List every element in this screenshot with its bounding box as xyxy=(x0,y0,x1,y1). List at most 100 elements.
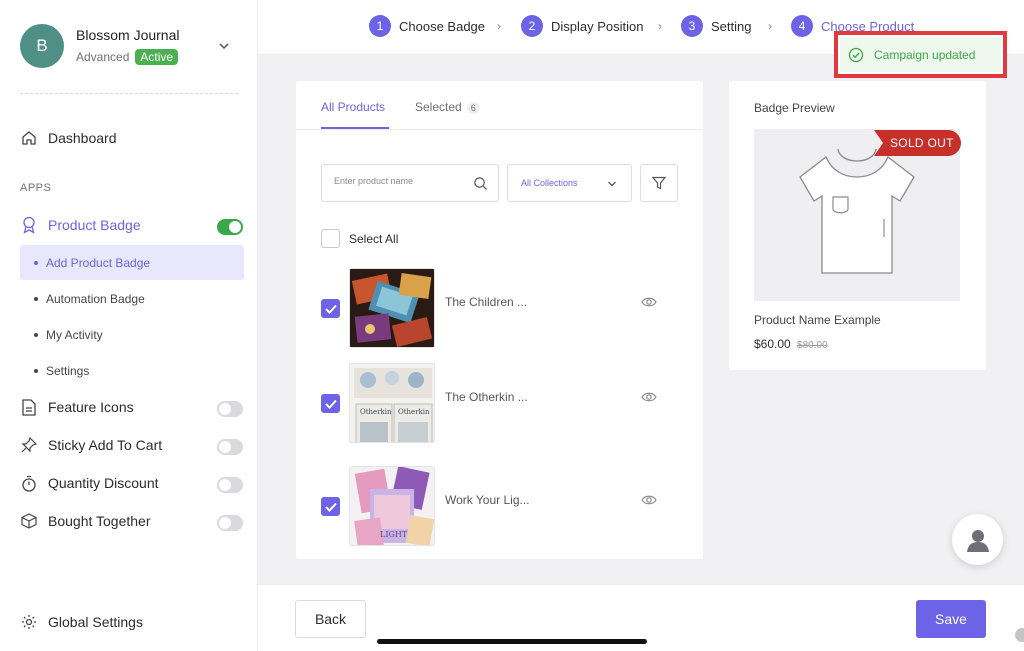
sidebar-item-global-settings[interactable]: Global Settings xyxy=(20,613,143,631)
sidebar-item-label: Dashboard xyxy=(48,130,117,146)
check-circle-icon xyxy=(848,47,864,62)
home-indicator xyxy=(377,639,647,644)
sidebar-item-product-badge[interactable]: Product Badge xyxy=(20,216,141,234)
store-switcher[interactable]: B Blossom Journal Advanced Active xyxy=(20,24,180,68)
home-icon xyxy=(20,129,38,147)
sold-out-badge: SOLD OUT xyxy=(874,130,961,156)
collection-select[interactable]: All Collections xyxy=(507,164,632,202)
bought-together-toggle[interactable] xyxy=(217,515,243,531)
sidebar-item-label: Sticky Add To Cart xyxy=(48,437,163,453)
select-all[interactable]: Select All xyxy=(321,229,398,248)
product-row[interactable]: LIGHT Work Your Lig... xyxy=(321,466,678,548)
timer-icon xyxy=(20,474,38,492)
chevron-right-icon: › xyxy=(497,19,501,33)
sidebar-subitem-add-product-badge[interactable]: Add Product Badge xyxy=(20,245,244,280)
sidebar-item-label: Feature Icons xyxy=(48,399,134,415)
product-checkbox[interactable] xyxy=(321,497,340,516)
price: $60.00 xyxy=(754,337,791,351)
sidebar-subitem-label: My Activity xyxy=(46,327,103,342)
gear-icon xyxy=(20,613,38,631)
product-tabs: All Products Selected 6 xyxy=(296,81,703,130)
eye-icon[interactable] xyxy=(641,494,657,506)
svg-text:Otherkin: Otherkin xyxy=(398,408,430,416)
select-all-checkbox[interactable] xyxy=(321,229,340,248)
step-label: Display Position xyxy=(551,18,644,34)
document-icon xyxy=(20,398,38,416)
sidebar-item-label: Global Settings xyxy=(48,614,143,630)
product-checkbox[interactable] xyxy=(321,394,340,413)
badge-text: SOLD OUT xyxy=(890,136,954,150)
chevron-right-icon: › xyxy=(658,19,662,33)
tab-all-products[interactable]: All Products xyxy=(321,100,385,114)
step-number: 2 xyxy=(521,15,543,37)
step-display-position[interactable]: 2 Display Position xyxy=(521,15,644,37)
sidebar-subitem-my-activity[interactable]: My Activity xyxy=(20,317,244,352)
active-tab-indicator xyxy=(321,127,389,129)
tab-selected[interactable]: Selected 6 xyxy=(415,100,480,114)
step-setting[interactable]: 3 Setting xyxy=(681,15,751,37)
chevron-down-icon[interactable] xyxy=(218,40,230,52)
search-icon[interactable] xyxy=(473,176,488,191)
pin-icon xyxy=(20,436,38,454)
quantity-discount-toggle[interactable] xyxy=(217,477,243,493)
support-chat-button[interactable] xyxy=(952,514,1003,565)
preview-product-name: Product Name Example xyxy=(754,313,881,327)
preview-price: $60.00 $80.00 xyxy=(754,337,828,351)
step-label: Choose Badge xyxy=(399,18,486,34)
sidebar-item-label: Quantity Discount xyxy=(48,475,159,491)
step-number: 3 xyxy=(681,15,703,37)
toast-message: Campaign updated xyxy=(874,47,976,62)
collection-select-value: All Collections xyxy=(521,178,578,188)
sidebar-item-label: Bought Together xyxy=(48,513,151,529)
eye-icon[interactable] xyxy=(641,391,657,403)
bullet-icon xyxy=(34,368,38,373)
sidebar: B Blossom Journal Advanced Active Dashbo… xyxy=(0,0,258,651)
step-choose-badge[interactable]: 1 Choose Badge xyxy=(369,15,485,37)
divider xyxy=(20,93,238,94)
user-icon xyxy=(966,529,989,552)
award-icon xyxy=(20,216,38,234)
bullet-icon xyxy=(34,296,38,301)
svg-text:Otherkin: Otherkin xyxy=(360,408,392,416)
sidebar-item-bought-together[interactable]: Bought Together xyxy=(20,512,151,530)
save-button[interactable]: Save xyxy=(916,600,986,638)
bullet-icon xyxy=(34,332,38,337)
search-input[interactable] xyxy=(334,176,464,186)
badge-preview-card: Badge Preview SOLD OUT Product Name Exam… xyxy=(729,81,986,370)
svg-text:LIGHT: LIGHT xyxy=(380,530,408,539)
store-avatar: B xyxy=(20,24,64,68)
section-label-apps: APPS xyxy=(20,182,52,194)
sidebar-subitem-label: Settings xyxy=(46,363,90,378)
filter-icon xyxy=(652,176,666,190)
product-name: The Otherkin ... xyxy=(445,390,528,404)
step-label: Setting xyxy=(711,18,752,34)
eye-icon[interactable] xyxy=(641,296,657,308)
chevron-down-icon xyxy=(608,181,616,187)
sidebar-item-quantity-discount[interactable]: Quantity Discount xyxy=(20,474,159,492)
check-icon xyxy=(324,502,337,512)
check-icon xyxy=(324,304,337,314)
sidebar-subitem-settings[interactable]: Settings xyxy=(20,353,244,388)
product-row[interactable]: The Children ... xyxy=(321,268,678,350)
chevron-right-icon: › xyxy=(768,19,772,33)
sidebar-item-dashboard[interactable]: Dashboard xyxy=(20,129,117,147)
status-badge: Active xyxy=(135,49,179,65)
product-row[interactable]: Otherkin Otherkin The Otherkin ... xyxy=(321,363,678,445)
sticky-add-to-cart-toggle[interactable] xyxy=(217,439,243,455)
scroll-handle[interactable] xyxy=(1015,628,1024,642)
select-all-label: Select All xyxy=(349,231,399,246)
sidebar-subitem-label: Add Product Badge xyxy=(46,255,151,270)
sidebar-item-sticky-add-to-cart[interactable]: Sticky Add To Cart xyxy=(20,436,162,454)
sidebar-subitem-automation-badge[interactable]: Automation Badge xyxy=(20,281,244,316)
product-search[interactable] xyxy=(321,164,499,202)
filter-button[interactable] xyxy=(640,164,678,202)
tab-label: Selected xyxy=(415,100,462,114)
preview-title: Badge Preview xyxy=(754,101,835,115)
back-button[interactable]: Back xyxy=(295,600,366,638)
product-checkbox[interactable] xyxy=(321,299,340,318)
feature-icons-toggle[interactable] xyxy=(217,401,243,417)
product-thumbnail: LIGHT xyxy=(349,466,435,546)
sidebar-item-feature-icons[interactable]: Feature Icons xyxy=(20,398,134,416)
selected-count-badge: 6 xyxy=(466,102,480,114)
product-badge-toggle[interactable] xyxy=(217,219,243,235)
